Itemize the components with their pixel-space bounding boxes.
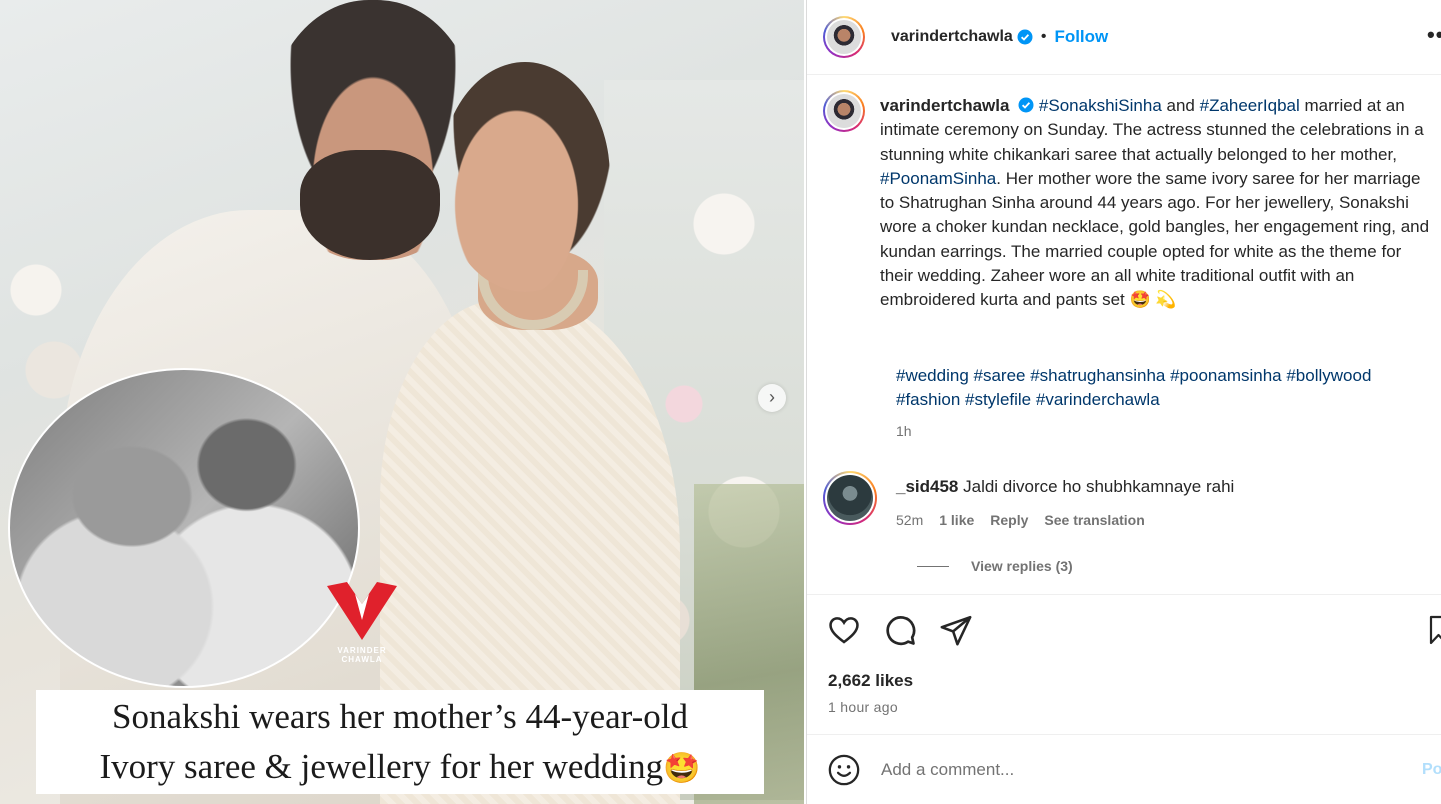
comment-bubble-icon[interactable] <box>883 613 917 647</box>
hashtag-link[interactable]: #SonakshiSinha <box>1039 96 1162 115</box>
reply-button[interactable]: Reply <box>990 512 1028 528</box>
star-struck-emoji: 🤩 <box>663 752 701 785</box>
watermark-logo: VARINDER CHAWLA <box>322 580 402 670</box>
more-options-icon[interactable]: ••• <box>1427 22 1441 48</box>
emoji-smile-icon[interactable] <box>827 753 861 787</box>
inset-vintage-photo <box>8 368 360 688</box>
comment-time[interactable]: 52m <box>896 512 923 528</box>
add-comment-input[interactable] <box>881 759 1401 780</box>
caption-avatar[interactable] <box>823 90 865 132</box>
separator-dot: • <box>1040 28 1047 45</box>
save-bookmark-icon[interactable] <box>1428 613 1441 647</box>
verified-badge-icon <box>1017 29 1033 45</box>
caption-text: varindertchawla #SonakshiSinha and #Zahe… <box>880 94 1430 313</box>
commenter-username[interactable]: _sid458 <box>896 477 958 496</box>
like-heart-icon[interactable] <box>827 613 861 647</box>
commenter-avatar[interactable] <box>823 471 877 525</box>
see-translation-button[interactable]: See translation <box>1044 512 1144 528</box>
add-comment-bar: Post <box>807 734 1441 804</box>
hashtag-link[interactable]: #ZaheerIqbal <box>1200 96 1300 115</box>
comment-meta: 52m 1 like Reply See translation <box>896 512 1145 528</box>
overlay-caption-line1: Sonakshi wears her mother’s 44-year-old <box>112 697 688 736</box>
chevron-right-icon: › <box>769 387 775 407</box>
next-slide-button[interactable]: › <box>758 384 786 412</box>
post-media[interactable]: VARINDER CHAWLA Sonakshi wears her mothe… <box>0 0 804 804</box>
likes-count[interactable]: 2,662 likes <box>828 671 913 691</box>
hashtag-link[interactable]: #PoonamSinha <box>880 169 996 188</box>
comments-area[interactable]: varindertchawla #SonakshiSinha and #Zahe… <box>807 76 1441 594</box>
groom-beard <box>300 150 440 260</box>
overlay-caption-line2: Ivory saree & jewellery for her wedding🤩 <box>36 742 764 794</box>
caption-username[interactable]: varindertchawla <box>880 96 1009 115</box>
caption-hashtags[interactable]: #wedding #saree #shatrughansinha #poonam… <box>896 364 1436 413</box>
post-header: varindertchawla • Follow ••• <box>807 0 1441 75</box>
post-comment-button[interactable]: Post <box>1422 761 1441 779</box>
caption-body-2: . Her mother wore the same ivory saree f… <box>880 168 1430 310</box>
view-replies-button[interactable]: View replies (3) <box>917 558 1073 574</box>
view-replies-label: View replies (3) <box>971 558 1073 574</box>
author-username[interactable]: varindertchawla <box>891 28 1013 46</box>
post-details-panel: varindertchawla • Follow ••• varindertch… <box>806 0 1441 804</box>
overlay-caption-line2-text: Ivory saree & jewellery for her wedding <box>99 747 664 786</box>
comment-text: _sid458 Jaldi divorce ho shubhkamnaye ra… <box>896 477 1234 497</box>
follow-button[interactable]: Follow <box>1054 27 1108 47</box>
caption-timestamp[interactable]: 1h <box>896 423 912 439</box>
verified-badge-icon <box>1018 97 1034 113</box>
watermark-text: VARINDER CHAWLA <box>337 646 387 664</box>
heart-v-logo-icon <box>327 582 397 640</box>
share-send-icon[interactable] <box>939 613 973 647</box>
replies-divider <box>917 565 949 567</box>
action-icons <box>827 613 973 647</box>
author-avatar[interactable] <box>823 16 865 58</box>
post-age[interactable]: 1 hour ago <box>828 699 898 715</box>
comment-likes[interactable]: 1 like <box>939 512 974 528</box>
media-overlay-caption: Sonakshi wears her mother’s 44-year-old … <box>36 690 764 794</box>
caption-and: and <box>1161 96 1200 115</box>
comment-body: Jaldi divorce ho shubhkamnaye rahi <box>958 477 1235 496</box>
post-actions: 2,662 likes 1 hour ago <box>807 594 1441 734</box>
bride-head <box>440 62 610 292</box>
